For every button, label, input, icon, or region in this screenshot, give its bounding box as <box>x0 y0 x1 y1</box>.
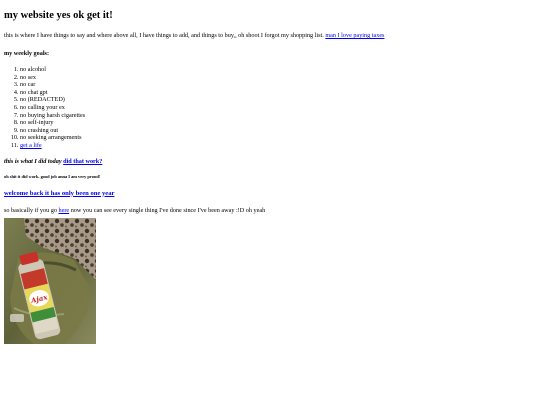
welcome-heading: welcome back it has only been one year <box>4 190 536 198</box>
photo: Ajax <box>4 218 96 344</box>
photo-image: Ajax <box>4 218 96 344</box>
site-title: my website yes ok get it! <box>4 10 113 21</box>
did-that-work-link[interactable]: did that work? <box>63 158 102 165</box>
get-a-life-link[interactable]: get a life <box>20 142 42 149</box>
goal-item: no crashing out <box>20 127 536 135</box>
goal-item: no sex <box>20 74 536 82</box>
goal-item: no chat gpt <box>20 89 536 97</box>
goal-item: no seeking arrangements <box>20 134 536 142</box>
today-line: this is what I did today did that work? <box>4 158 536 166</box>
taxes-link[interactable]: man I love paying taxes <box>325 32 384 39</box>
goal-item: no alcohol <box>20 66 536 74</box>
welcome-back-link[interactable]: welcome back it has only been one year <box>4 190 114 197</box>
goal-item: no buying harsh cigarettes <box>20 112 536 120</box>
goals-heading: my weekly goals: <box>4 50 50 57</box>
goal-item: no car <box>20 81 536 89</box>
basically-after: now you can see every single thing I've … <box>69 206 266 214</box>
goal-item: no calling your ex <box>20 104 536 112</box>
intro-text: this is where I have things to say and w… <box>4 32 326 39</box>
goals-list: no alcohol no sex no car no chat gpt no … <box>4 66 536 150</box>
basically-before: so basically if you go <box>4 206 59 214</box>
proud-note: oh shit it did work. good job anna I am … <box>4 173 101 179</box>
basically-paragraph: so basically if you go here now you can … <box>4 207 536 215</box>
today-label: this is what I did today <box>4 157 62 165</box>
goal-item: no (REDACTED) <box>20 96 536 104</box>
goal-item: no self-injury <box>20 119 536 127</box>
goal-item-link: get a life <box>20 142 536 150</box>
here-link[interactable]: here <box>58 207 69 214</box>
intro-paragraph: this is where I have things to say and w… <box>4 32 536 40</box>
page: my website yes ok get it! this is where … <box>0 0 540 215</box>
